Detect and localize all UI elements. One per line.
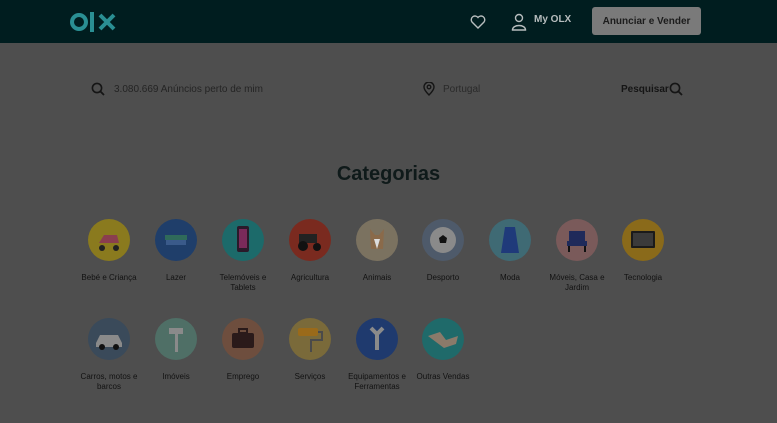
category-emprego[interactable]: Emprego xyxy=(207,318,279,382)
category-label: Carros, motos e barcos xyxy=(80,372,138,391)
category-label: Animais xyxy=(362,273,392,282)
category-carros-motos-barcos[interactable]: Carros, motos e barcos xyxy=(73,318,145,392)
category-label: Móveis, Casa e Jardim xyxy=(549,273,605,292)
category-label: Emprego xyxy=(226,372,260,381)
location-input[interactable]: Portugal xyxy=(443,84,480,95)
category-label: Equipamentos e Ferramentas xyxy=(348,372,406,391)
sign-post-icon xyxy=(155,318,197,360)
category-label: Serviços xyxy=(294,372,326,381)
categories-title: Categorias xyxy=(336,163,441,185)
category-label: Telemóveis e Tablets xyxy=(219,273,267,292)
user-icon[interactable] xyxy=(511,13,527,31)
category-animais[interactable]: Animais xyxy=(341,219,413,283)
tv-icon xyxy=(622,219,664,261)
category-bebe-crianca[interactable]: Bebé e Criança xyxy=(73,219,145,283)
tractor-icon xyxy=(289,219,331,261)
category-telemoveis-tablets[interactable]: Telemóveis e Tablets xyxy=(207,219,279,293)
stroller-icon xyxy=(88,219,130,261)
category-label: Agricultura xyxy=(290,273,330,282)
soccer-ball-icon xyxy=(422,219,464,261)
category-label: Lazer xyxy=(165,273,186,282)
wrench-icon xyxy=(356,318,398,360)
search-input[interactable]: 3.080.669 Anúncios perto de mim xyxy=(114,84,263,95)
chair-icon xyxy=(556,219,598,261)
category-moda[interactable]: Moda xyxy=(474,219,546,283)
search-icon xyxy=(91,82,105,96)
handshake-icon xyxy=(422,318,464,360)
olx-logo[interactable] xyxy=(70,8,118,36)
category-desporto[interactable]: Desporto xyxy=(407,219,479,283)
top-bar: My OLX Anunciar e Vender xyxy=(0,0,777,43)
category-imoveis[interactable]: Imóveis xyxy=(140,318,212,382)
category-servicos[interactable]: Serviços xyxy=(274,318,346,382)
category-agricultura[interactable]: Agricultura xyxy=(274,219,346,283)
anunciar-vender-button[interactable]: Anunciar e Vender xyxy=(592,7,701,35)
coat-icon xyxy=(489,219,531,261)
briefcase-icon xyxy=(222,318,264,360)
location-pin-icon xyxy=(423,82,435,96)
category-moveis-casa-jardim[interactable]: Móveis, Casa e Jardim xyxy=(541,219,613,293)
category-label: Bebé e Criança xyxy=(81,273,137,282)
category-equipamentos-ferramentas[interactable]: Equipamentos e Ferramentas xyxy=(341,318,413,392)
category-label: Moda xyxy=(499,273,520,282)
heart-icon[interactable] xyxy=(470,14,486,30)
category-outras-vendas[interactable]: Outras Vendas xyxy=(407,318,479,382)
my-olx-link[interactable]: My OLX xyxy=(534,14,571,25)
dog-icon xyxy=(356,219,398,261)
search-button[interactable]: Pesquisar xyxy=(621,84,669,95)
paint-roller-icon xyxy=(289,318,331,360)
category-label: Tecnologia xyxy=(623,273,663,282)
category-label: Outras Vendas xyxy=(416,372,470,381)
books-icon xyxy=(155,219,197,261)
search-submit-icon[interactable] xyxy=(669,82,683,96)
category-lazer[interactable]: Lazer xyxy=(140,219,212,283)
category-label: Imóveis xyxy=(162,372,190,381)
car-icon xyxy=(88,318,130,360)
category-label: Desporto xyxy=(426,273,460,282)
phone-icon xyxy=(222,219,264,261)
category-tecnologia[interactable]: Tecnologia xyxy=(607,219,679,283)
